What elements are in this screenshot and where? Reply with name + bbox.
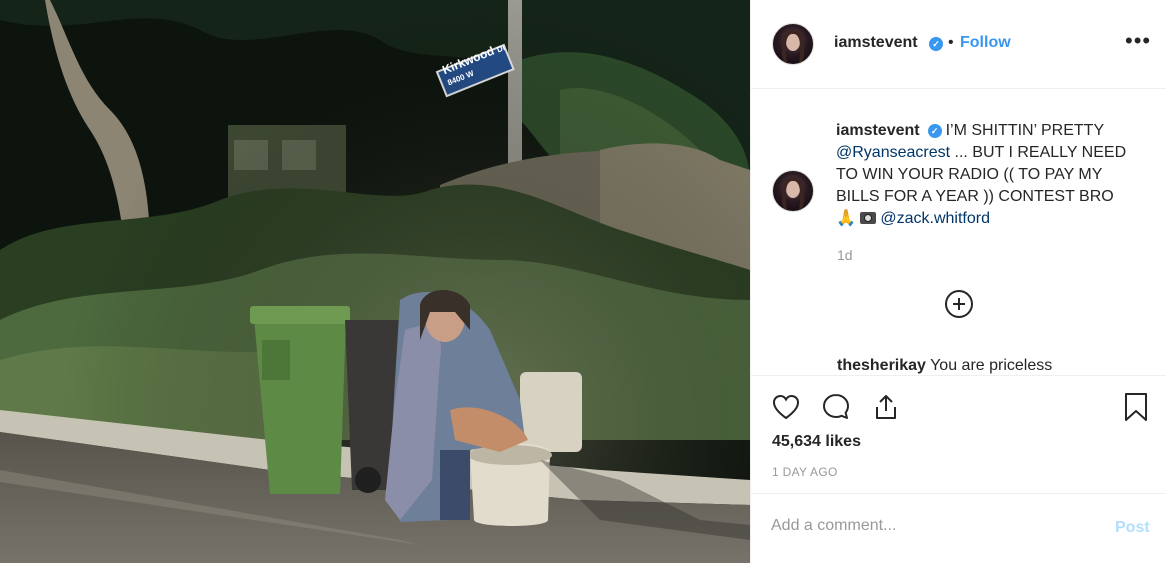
comment-bar: Post bbox=[751, 493, 1166, 563]
post-date[interactable]: 1 DAY AGO bbox=[772, 465, 838, 479]
share-icon[interactable] bbox=[871, 392, 901, 422]
post-header: iamstevent ✓ • Follow ••• bbox=[751, 0, 1166, 89]
caption-username[interactable]: iamstevent bbox=[836, 122, 920, 139]
verified-badge-icon: ✓ bbox=[927, 124, 942, 138]
caption-timestamp[interactable]: 1d bbox=[837, 247, 853, 263]
header-separator: • bbox=[948, 34, 954, 51]
post-side-panel: iamstevent ✓ • Follow ••• iamstevent ✓ I’M… bbox=[750, 0, 1166, 563]
bookmark-icon[interactable] bbox=[1123, 392, 1149, 422]
photo-scene bbox=[0, 0, 750, 563]
comment-icon[interactable] bbox=[821, 392, 851, 422]
caption-mention-zackwhitford[interactable]: @zack.whitford bbox=[880, 210, 990, 227]
post-photo[interactable]: Kirkwood Dr 8400 W bbox=[0, 0, 750, 563]
heart-icon[interactable] bbox=[771, 392, 801, 422]
load-more-comments-button[interactable] bbox=[945, 290, 973, 318]
camera-icon bbox=[860, 212, 877, 224]
header-username[interactable]: iamstevent bbox=[834, 34, 918, 52]
caption-text-1: I’M SHITTIN’ PRETTY bbox=[945, 122, 1104, 139]
post-actions: 45,634 likes 1 DAY AGO bbox=[751, 375, 1166, 493]
comment-text: You are priceless bbox=[930, 357, 1053, 374]
comment-item: thesherikay You are priceless bbox=[837, 357, 1052, 375]
comments-section[interactable]: iamstevent ✓ I’M SHITTIN’ PRETTY @Ryanseac… bbox=[751, 89, 1166, 375]
comment-username[interactable]: thesherikay bbox=[837, 357, 926, 374]
add-comment-input[interactable] bbox=[771, 517, 1071, 535]
likes-count[interactable]: 45,634 likes bbox=[772, 433, 861, 451]
more-options-icon[interactable]: ••• bbox=[1125, 30, 1151, 52]
follow-button[interactable]: Follow bbox=[960, 34, 1011, 52]
caption: iamstevent ✓ I’M SHITTIN’ PRETTY @Ryanseac… bbox=[836, 120, 1136, 230]
verified-badge-icon: ✓ bbox=[929, 37, 943, 51]
caption-avatar[interactable] bbox=[772, 170, 814, 212]
post-comment-button[interactable]: Post bbox=[1115, 519, 1150, 537]
avatar[interactable] bbox=[772, 23, 814, 65]
caption-mention-ryanseacrest[interactable]: @Ryanseacrest bbox=[836, 144, 950, 161]
